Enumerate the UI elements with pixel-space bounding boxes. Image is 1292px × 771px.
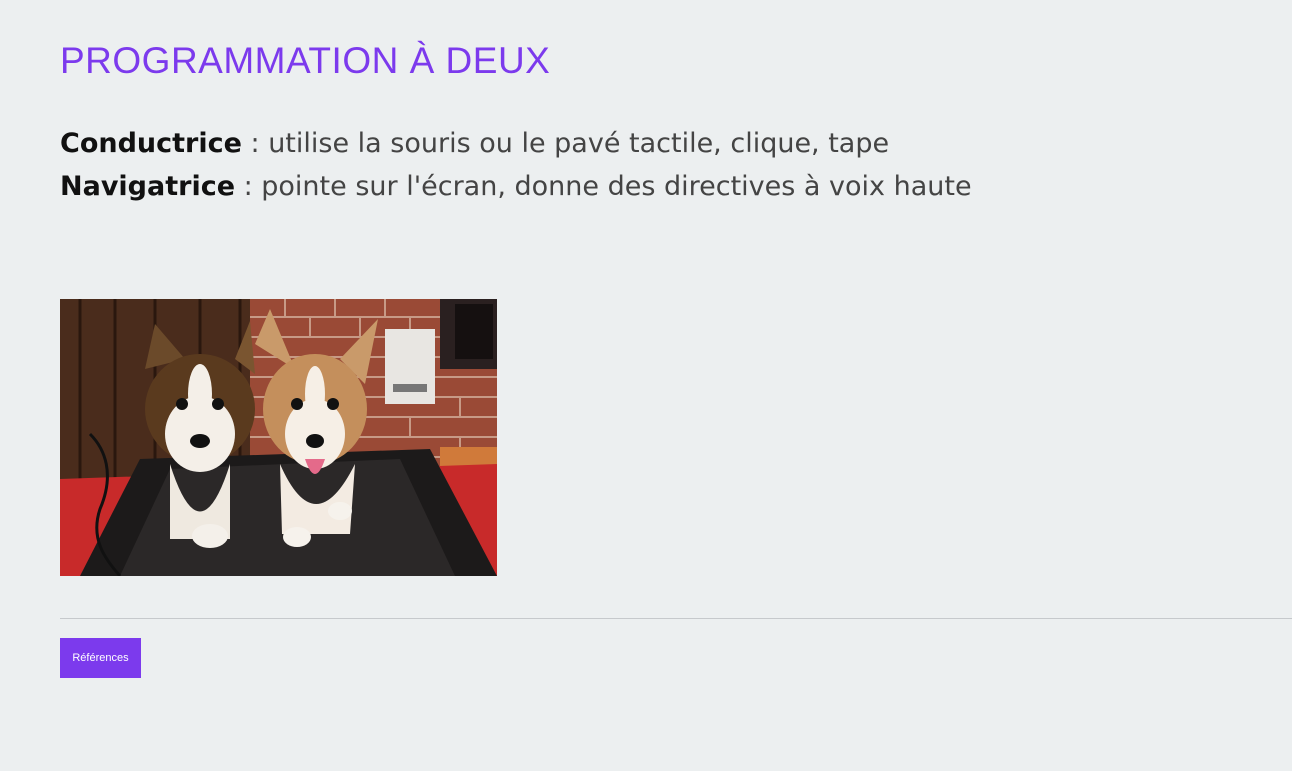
slide: PROGRAMMATION À DEUX Conductrice : utili… xyxy=(60,0,1292,771)
references-button[interactable]: Références xyxy=(60,638,141,678)
roles-text: Conductrice : utilise la souris ou le pa… xyxy=(60,122,972,208)
role-name-navigator: Navigatrice xyxy=(60,171,236,202)
role-name-driver: Conductrice xyxy=(60,128,242,159)
slide-title: PROGRAMMATION À DEUX xyxy=(60,40,551,81)
role-description-navigator: : pointe sur l'écran, donne des directiv… xyxy=(235,171,972,202)
corgis-treadmill-image xyxy=(60,299,497,576)
divider xyxy=(60,618,1292,619)
role-description-driver: : utilise la souris ou le pavé tactile, … xyxy=(241,128,890,159)
